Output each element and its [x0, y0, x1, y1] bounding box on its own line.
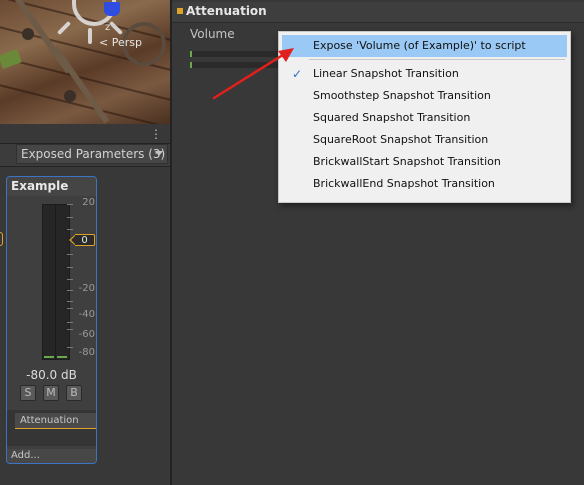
scene-bead: [22, 28, 34, 40]
exposed-parameters-label: Exposed Parameters (3): [21, 147, 166, 161]
chevron-down-icon: [155, 151, 163, 156]
slider-tick: [190, 62, 192, 68]
menu-separator: [309, 59, 565, 60]
menu-item-linear-transition[interactable]: ✓ Linear Snapshot Transition: [282, 63, 567, 85]
scene-rope: [52, 46, 110, 124]
vertical-ellipsis-icon[interactable]: ⋮: [150, 128, 162, 140]
section-marker-icon: [177, 8, 183, 14]
add-effect-button[interactable]: Add...: [7, 449, 96, 463]
scale-label: 20: [82, 197, 95, 208]
sun-ray-icon: [56, 20, 72, 36]
scene-bead: [64, 90, 76, 102]
menu-item-label: BrickwallStart Snapshot Transition: [313, 155, 501, 168]
mute-button[interactable]: M: [43, 385, 59, 401]
slider-tick: [190, 51, 192, 57]
scene-leaf: [0, 49, 22, 69]
gizmo-axis-label: z: [105, 22, 111, 33]
menu-item-label: Linear Snapshot Transition: [313, 67, 459, 80]
volume-label[interactable]: Volume: [190, 27, 235, 41]
annotation-arrow-icon: [212, 48, 294, 100]
level-meter: [42, 204, 70, 360]
meter-divider: [55, 205, 56, 359]
scale-label: -20: [78, 283, 95, 294]
partial-fader-marker: [0, 232, 3, 246]
solo-button[interactable]: S: [20, 385, 36, 401]
menu-item-expose-to-script[interactable]: Expose 'Volume (of Example)' to script: [282, 35, 567, 57]
sun-ray-icon: [88, 28, 92, 44]
scale-label: -80: [78, 347, 95, 358]
strip-title: Example: [7, 177, 96, 196]
scale-label: -60: [78, 329, 95, 340]
volume-fader-handle[interactable]: 0: [69, 234, 95, 248]
bypass-button[interactable]: B: [66, 385, 82, 401]
effect-attenuation[interactable]: Attenuation: [15, 413, 96, 429]
menu-item-label: Squared Snapshot Transition: [313, 111, 471, 124]
menu-item-smoothstep-transition[interactable]: Smoothstep Snapshot Transition: [282, 85, 567, 107]
orientation-gizmo-icon[interactable]: [104, 2, 120, 16]
menu-item-label: SquareRoot Snapshot Transition: [313, 133, 489, 146]
menu-item-squareroot-transition[interactable]: SquareRoot Snapshot Transition: [282, 129, 567, 151]
menu-item-label: Smoothstep Snapshot Transition: [313, 89, 491, 102]
menu-item-squared-transition[interactable]: Squared Snapshot Transition: [282, 107, 567, 129]
menu-item-brickwallend-transition[interactable]: BrickwallEnd Snapshot Transition: [282, 173, 567, 195]
meter-right-level: [57, 356, 67, 358]
menu-item-label: BrickwallEnd Snapshot Transition: [313, 177, 495, 190]
fader-value: 0: [75, 234, 95, 246]
context-menu: Expose 'Volume (of Example)' to script ✓…: [278, 31, 571, 203]
menu-item-brickwallstart-transition[interactable]: BrickwallStart Snapshot Transition: [282, 151, 567, 173]
db-readout: -80.0 dB: [26, 368, 77, 382]
mixer-group-strip[interactable]: Example 20 -20 -40 -60 -80 0 -80.0 dB S …: [6, 176, 97, 464]
menu-item-label: Expose 'Volume (of Example)' to script: [313, 39, 526, 52]
section-title: Attenuation: [186, 4, 267, 18]
projection-toggle[interactable]: < Persp: [99, 36, 142, 49]
scene-view[interactable]: z < Persp: [0, 0, 170, 124]
exposed-parameters-dropdown[interactable]: Exposed Parameters (3): [16, 144, 168, 164]
scale-label: -40: [78, 309, 95, 320]
meter-left-level: [44, 356, 54, 358]
